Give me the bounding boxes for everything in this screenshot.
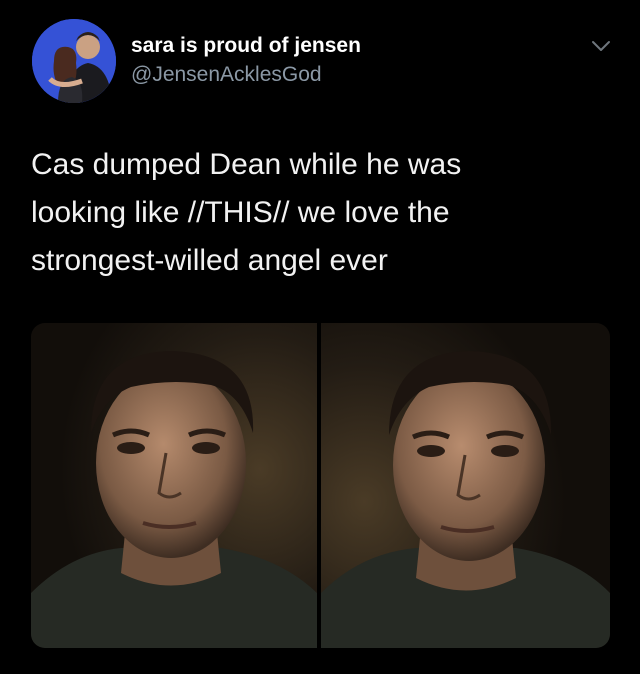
tweet-text-line: looking like //THIS// we love the xyxy=(31,196,450,229)
author-display-name[interactable]: sara is proud of jensen xyxy=(131,34,361,58)
tweet-photo-1[interactable] xyxy=(31,323,317,648)
tweet-text-line: strongest-willed angel ever xyxy=(31,244,388,277)
avatar[interactable] xyxy=(32,19,116,103)
author-handle[interactable]: @JensenAcklesGod xyxy=(131,63,322,87)
chevron-down-icon[interactable] xyxy=(590,38,612,54)
photo-man-face-icon xyxy=(31,323,317,648)
tweet-photo-2[interactable] xyxy=(321,323,610,648)
profile-photo-icon xyxy=(32,19,116,103)
tweet-card[interactable]: sara is proud of jensen @JensenAcklesGod… xyxy=(0,0,640,674)
photo-man-face-icon xyxy=(321,323,610,648)
tweet-text: Cas dumped Dean while he was looking lik… xyxy=(31,141,611,285)
tweet-media-grid xyxy=(31,323,610,648)
tweet-text-line: Cas dumped Dean while he was xyxy=(31,148,462,181)
